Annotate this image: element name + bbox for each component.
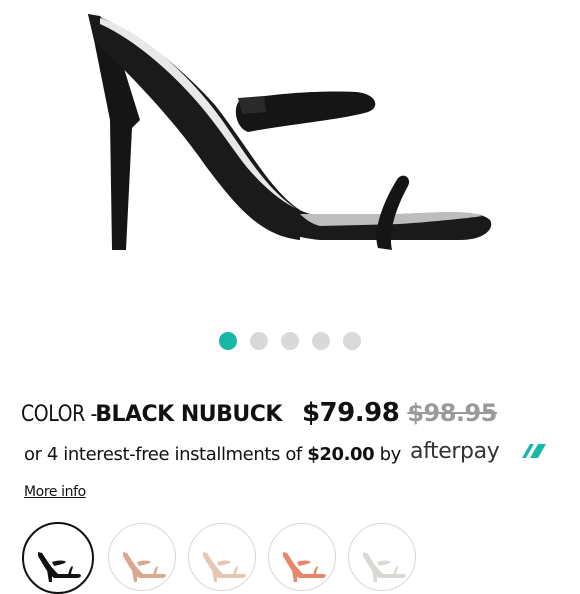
more-info-link[interactable]: More info: [24, 484, 86, 500]
swatch-shoe-icon: [283, 552, 326, 582]
afterpay-installments: or 4 interest-free installments of $20.0…: [24, 438, 564, 508]
carousel-dot-4[interactable]: [312, 332, 330, 350]
swatch-shoe-icon: [123, 552, 166, 582]
swatch-orange[interactable]: [268, 523, 336, 591]
afterpay-logo: afterpay: [410, 438, 550, 475]
installment-amount: $20.00: [307, 444, 375, 465]
swatch-shoe-icon: [203, 552, 246, 582]
swatch-shoe-icon: [38, 552, 81, 582]
swatch-blush[interactable]: [108, 523, 176, 591]
original-price: $98.95: [407, 399, 497, 427]
installments-prefix: or 4 interest-free installments of: [24, 444, 302, 465]
installments-by: by: [379, 444, 402, 465]
sale-price: $79.98: [301, 398, 400, 428]
carousel-dot-5[interactable]: [343, 332, 361, 350]
carousel-pagination: [0, 332, 580, 350]
color-swatches: [22, 522, 580, 594]
afterpay-logo-text: afterpay: [410, 439, 500, 464]
swatch-shoe-icon: [363, 552, 406, 582]
color-name: BLACK NUBUCK: [95, 402, 282, 427]
swatch-white[interactable]: [348, 523, 416, 591]
carousel-dot-1[interactable]: [219, 332, 237, 350]
black-strappy-sandal-image: [88, 14, 492, 250]
carousel-dot-3[interactable]: [281, 332, 299, 350]
swatch-black[interactable]: [22, 522, 94, 594]
swatch-nude[interactable]: [188, 523, 256, 591]
product-image[interactable]: [0, 0, 580, 320]
color-label: COLOR -: [21, 402, 97, 427]
color-price-row: COLOR - BLACK NUBUCK $79.98 $98.95: [21, 398, 497, 432]
carousel-dot-2[interactable]: [250, 332, 268, 350]
